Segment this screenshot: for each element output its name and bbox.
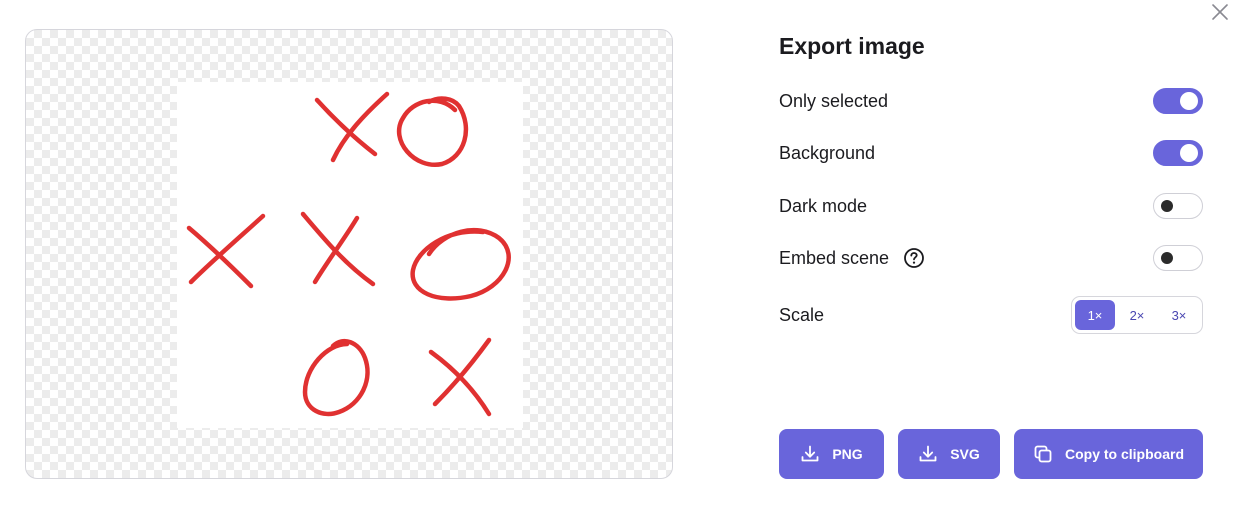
svg-label: SVG	[950, 446, 980, 462]
toggle-knob	[1180, 92, 1198, 110]
scale-1x-button[interactable]: 1×	[1075, 300, 1115, 330]
toggle-knob	[1161, 252, 1173, 264]
option-scale: Scale 1× 2× 3×	[779, 296, 1203, 334]
option-background: Background	[779, 138, 1203, 168]
option-label: Embed scene	[779, 247, 890, 268]
option-embed-scene: Embed scene	[779, 243, 1203, 273]
copy-icon	[1034, 445, 1052, 463]
x-mark	[314, 91, 390, 163]
scale-2x-button[interactable]: 2×	[1117, 300, 1157, 330]
embed-scene-toggle[interactable]	[1153, 245, 1203, 271]
scale-label: Scale	[779, 304, 825, 325]
scale-3x-button[interactable]: 3×	[1159, 300, 1199, 330]
toggle-knob	[1180, 144, 1198, 162]
download-icon	[801, 445, 819, 462]
export-png-button[interactable]: PNG	[779, 429, 884, 479]
option-label-wrapper: Embed scene	[779, 247, 925, 269]
option-label: Background	[779, 142, 876, 163]
preview-image	[177, 82, 523, 428]
export-image-dialog: Export image Only selected Background Da…	[0, 0, 1236, 506]
x-mark	[300, 211, 376, 287]
option-dark-mode: Dark mode	[779, 191, 1203, 221]
option-label: Only selected	[779, 90, 889, 111]
only-selected-toggle[interactable]	[1153, 88, 1203, 114]
toggle-knob	[1161, 200, 1173, 212]
option-label: Dark mode	[779, 195, 868, 216]
dialog-title: Export image	[779, 33, 925, 59]
help-circle-icon[interactable]	[903, 247, 925, 269]
o-mark	[302, 338, 370, 417]
export-preview	[25, 29, 673, 479]
x-mark	[186, 213, 266, 289]
download-icon	[919, 445, 937, 462]
png-label: PNG	[832, 446, 863, 462]
dark-mode-toggle[interactable]	[1153, 193, 1203, 219]
x-mark	[428, 337, 492, 417]
tic-tac-toe-drawing	[186, 91, 511, 417]
o-mark	[410, 227, 511, 301]
export-svg-button[interactable]: SVG	[898, 429, 1000, 479]
close-button[interactable]	[1208, 0, 1232, 24]
copy-to-clipboard-button[interactable]: Copy to clipboard	[1014, 429, 1203, 479]
export-actions: PNG SVG Copy to clipboard	[779, 429, 1203, 479]
clipboard-label: Copy to clipboard	[1065, 446, 1184, 462]
scale-selector: 1× 2× 3×	[1071, 296, 1203, 334]
o-mark	[396, 96, 469, 168]
close-icon	[1212, 4, 1228, 20]
option-only-selected: Only selected	[779, 86, 1203, 116]
background-toggle[interactable]	[1153, 140, 1203, 166]
